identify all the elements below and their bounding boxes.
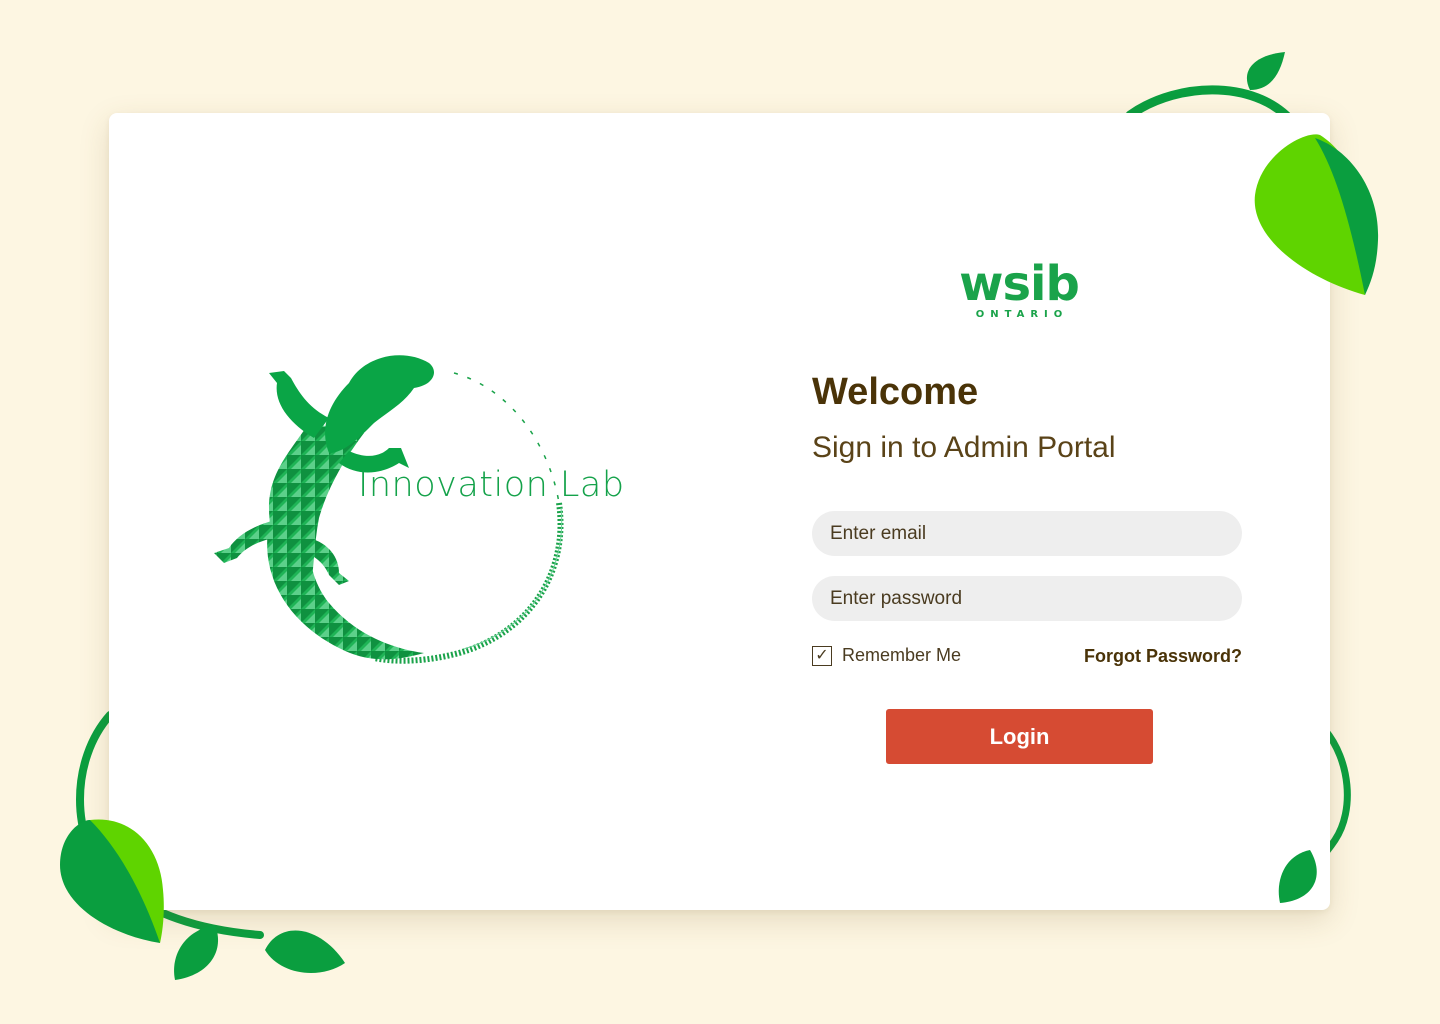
login-card: Innovation Lab wsib ONTARIO Welcome Sign… [109,113,1330,910]
login-page: Innovation Lab wsib ONTARIO Welcome Sign… [0,0,1440,1024]
vine-leaves-bottom-icon [174,925,345,980]
email-field[interactable] [812,511,1242,556]
lizard-logo-icon [214,355,564,664]
remember-me-toggle[interactable]: ✓ Remember Me [812,645,961,666]
portal-subtitle: Sign in to Admin Portal [812,431,1116,464]
login-button[interactable]: Login [886,709,1153,764]
wsib-logo: wsib ONTARIO [954,256,1084,320]
brand-wordmark: wsib [959,256,1080,312]
checkmark-icon: ✓ [815,646,829,664]
lab-name: Innovation Lab [358,465,625,505]
remember-me-checkbox[interactable]: ✓ [812,645,832,666]
password-field[interactable] [812,576,1242,621]
forgot-password-link[interactable]: Forgot Password? [1069,646,1242,667]
remember-me-label: Remember Me [842,645,962,665]
welcome-heading: Welcome [812,371,979,413]
